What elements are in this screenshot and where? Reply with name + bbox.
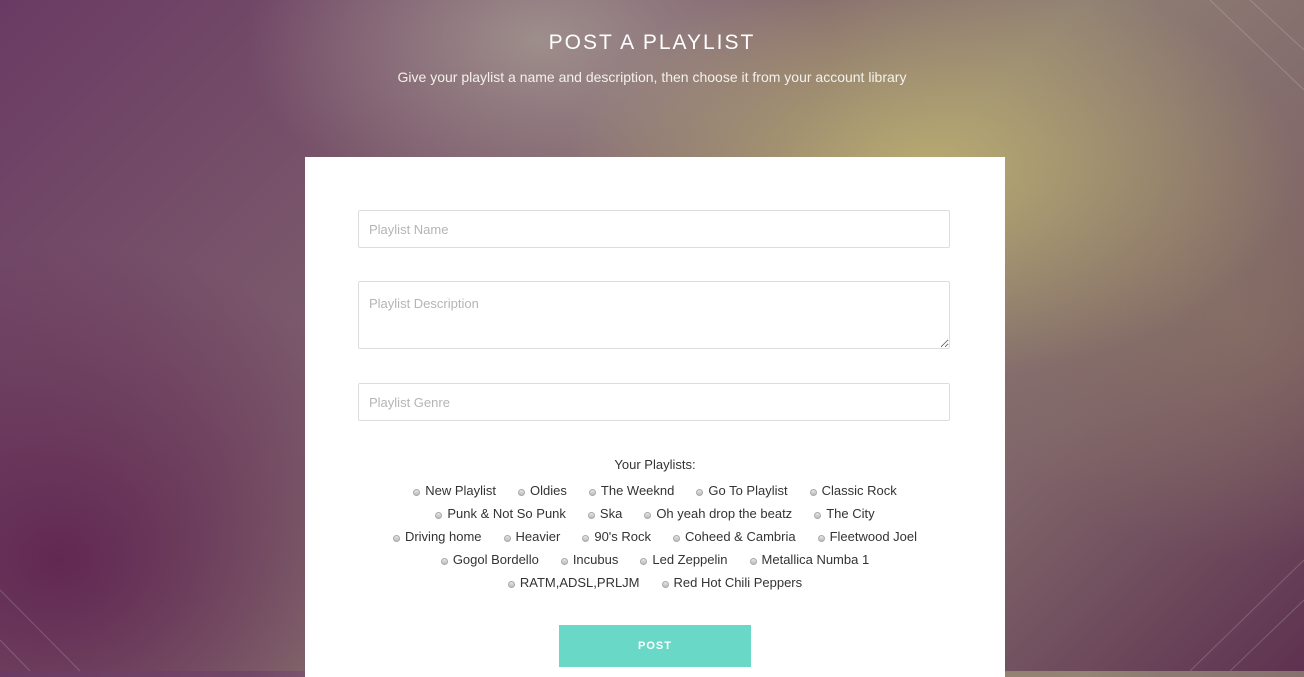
- playlist-option[interactable]: Gogol Bordello: [440, 552, 539, 567]
- playlist-option[interactable]: Oldies: [518, 483, 567, 498]
- playlist-option-label: Coheed & Cambria: [685, 529, 796, 544]
- radio-button[interactable]: [644, 512, 652, 519]
- playlist-option-label: Led Zeppelin: [652, 552, 728, 567]
- post-playlist-form: Your Playlists: New Playlist Oldies The …: [305, 157, 1005, 677]
- radio-button[interactable]: [440, 558, 448, 565]
- playlist-option-label: Incubus: [572, 552, 619, 567]
- playlist-row: RATM,ADSL,PRLJM Red Hot Chili Peppers: [305, 571, 1005, 594]
- playlist-option[interactable]: Incubus: [560, 552, 619, 567]
- playlist-option[interactable]: Classic Rock: [809, 483, 897, 498]
- your-playlists-label: Your Playlists:: [614, 457, 696, 472]
- playlist-option-label: Punk & Not So Punk: [447, 506, 566, 521]
- playlist-option-label: The City: [826, 506, 875, 521]
- playlist-row: Punk & Not So Punk Ska Oh yeah drop the …: [305, 502, 1005, 525]
- radio-button[interactable]: [582, 535, 590, 542]
- playlist-option-label: Heavier: [515, 529, 561, 544]
- playlist-option[interactable]: RATM,ADSL,PRLJM: [507, 575, 640, 590]
- radio-button[interactable]: [696, 489, 704, 496]
- radio-button[interactable]: [503, 535, 511, 542]
- radio-button[interactable]: [809, 489, 817, 496]
- playlist-row: Driving home Heavier 90's Rock Coheed & …: [305, 525, 1005, 548]
- radio-button[interactable]: [392, 535, 400, 542]
- playlist-option[interactable]: Metallica Numba 1: [749, 552, 870, 567]
- playlist-option-label: Metallica Numba 1: [761, 552, 870, 567]
- radio-button[interactable]: [413, 489, 421, 496]
- playlist-option-label: Ska: [599, 506, 623, 521]
- radio-button[interactable]: [640, 558, 648, 565]
- playlist-option[interactable]: Led Zeppelin: [640, 552, 728, 567]
- playlist-option[interactable]: Punk & Not So Punk: [435, 506, 566, 521]
- playlist-option[interactable]: Heavier: [503, 529, 561, 544]
- playlist-genre-input[interactable]: [358, 383, 950, 421]
- playlist-radio-group: New Playlist Oldies The Weeknd Go To Pla…: [305, 479, 1005, 594]
- playlist-row: New Playlist Oldies The Weeknd Go To Pla…: [305, 479, 1005, 502]
- playlist-option-label: Fleetwood Joel: [829, 529, 918, 544]
- radio-button[interactable]: [814, 512, 822, 519]
- playlist-option[interactable]: 90's Rock: [582, 529, 651, 544]
- playlist-option[interactable]: Red Hot Chili Peppers: [661, 575, 803, 590]
- playlist-option-label: Oh yeah drop the beatz: [656, 506, 793, 521]
- radio-button[interactable]: [661, 581, 669, 588]
- playlist-option[interactable]: New Playlist: [413, 483, 496, 498]
- radio-button[interactable]: [588, 489, 596, 496]
- radio-button[interactable]: [673, 535, 681, 542]
- playlist-option-label: 90's Rock: [594, 529, 652, 544]
- radio-button[interactable]: [560, 558, 568, 565]
- playlist-row: Gogol Bordello Incubus Led Zeppelin Meta…: [305, 548, 1005, 571]
- playlist-option-label: Gogol Bordello: [452, 552, 539, 567]
- playlist-description-input[interactable]: [358, 281, 950, 349]
- radio-button[interactable]: [749, 558, 757, 565]
- playlist-option-label: Driving home: [404, 529, 482, 544]
- playlist-option[interactable]: Go To Playlist: [696, 483, 788, 498]
- playlist-option-label: RATM,ADSL,PRLJM: [519, 575, 640, 590]
- playlist-option[interactable]: Driving home: [392, 529, 482, 544]
- radio-button[interactable]: [507, 581, 515, 588]
- playlist-option[interactable]: Ska: [587, 506, 623, 521]
- radio-button[interactable]: [435, 512, 443, 519]
- radio-button[interactable]: [518, 489, 526, 496]
- playlist-option-label: Go To Playlist: [708, 483, 788, 498]
- playlist-option[interactable]: Oh yeah drop the beatz: [644, 506, 792, 521]
- playlist-option-label: Oldies: [530, 483, 567, 498]
- playlist-name-input[interactable]: [358, 210, 950, 248]
- radio-button[interactable]: [587, 512, 595, 519]
- page-subtitle: Give your playlist a name and descriptio…: [397, 69, 907, 85]
- playlist-option[interactable]: Fleetwood Joel: [817, 529, 918, 544]
- playlist-option[interactable]: Coheed & Cambria: [673, 529, 796, 544]
- playlist-option-label: Classic Rock: [821, 483, 897, 498]
- page-title: POST A PLAYLIST: [548, 31, 756, 55]
- playlist-option[interactable]: The Weeknd: [588, 483, 675, 498]
- playlist-option[interactable]: The City: [814, 506, 875, 521]
- radio-button[interactable]: [817, 535, 825, 542]
- playlist-option-label: The Weeknd: [600, 483, 675, 498]
- playlist-option-label: Red Hot Chili Peppers: [673, 575, 803, 590]
- playlist-option-label: New Playlist: [425, 483, 497, 498]
- post-button[interactable]: POST: [559, 625, 751, 667]
